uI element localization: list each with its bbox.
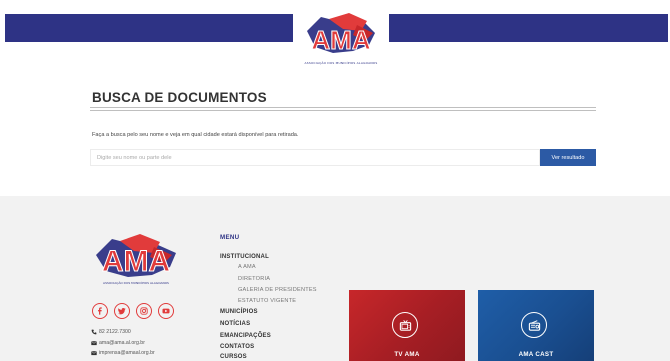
search-input[interactable] xyxy=(90,149,540,166)
menu-subitem-galeria[interactable]: GALERIA DE PRESIDENTES xyxy=(238,287,317,293)
phone-number[interactable]: 82 2122.7300 xyxy=(99,329,131,335)
ama-logo-subtitle: ASSOCIAÇÃO DOS MUNICÍPIOS ALAGOANOS xyxy=(304,61,378,65)
contact-email-2: imprensa@amaal.org.br xyxy=(91,350,155,356)
email-link[interactable]: ama@ama.al.org.br xyxy=(99,340,145,346)
ama-cast-card[interactable]: AMA CAST xyxy=(478,290,594,361)
menu-item-contatos[interactable]: CONTATOS xyxy=(220,344,254,350)
footer-menu-title: MENU xyxy=(220,234,240,241)
email-link[interactable]: imprensa@amaal.org.br xyxy=(99,350,155,356)
tv-ama-label: TV AMA xyxy=(394,351,420,358)
page-title: BUSCA DE DOCUMENTOS xyxy=(92,90,267,105)
ama-cast-label: AMA CAST xyxy=(518,351,554,358)
phone-icon xyxy=(91,329,97,335)
footer-logo-graphic: AMA ASSOCIAÇÃO DOS MUNICÍPIOS ALAGOANOS xyxy=(96,234,176,285)
menu-subitem-diretoria[interactable]: DIRETORIA xyxy=(238,276,270,282)
twitter-icon[interactable] xyxy=(114,303,130,319)
instagram-icon[interactable] xyxy=(136,303,152,319)
ama-logo-text: AMA xyxy=(311,25,370,55)
tv-ama-card[interactable]: TV AMA xyxy=(349,290,465,361)
menu-subitem-a-ama[interactable]: A AMA xyxy=(238,264,256,270)
menu-item-institucional[interactable]: INSTITUCIONAL xyxy=(220,254,269,260)
footer-logo-text: AMA xyxy=(102,245,170,278)
mail-icon xyxy=(91,351,97,356)
menu-item-noticias[interactable]: NOTÍCIAS xyxy=(220,321,250,327)
menu-item-cursos[interactable]: CURSOS xyxy=(220,354,247,360)
menu-subitem-estatuto[interactable]: ESTATUTO VIGENTE xyxy=(238,298,296,304)
footer-logo-subtitle: ASSOCIAÇÃO DOS MUNICÍPIOS ALAGOANOS xyxy=(103,280,169,285)
title-divider-secondary xyxy=(90,110,596,111)
contact-phone: 82 2122.7300 xyxy=(91,329,131,335)
search-button[interactable]: Ver resultado xyxy=(540,149,596,166)
menu-item-emancipacoes[interactable]: EMANCIPAÇÕES xyxy=(220,333,271,339)
social-links xyxy=(92,303,174,319)
title-divider xyxy=(90,107,596,108)
tv-icon xyxy=(392,312,418,338)
radio-icon xyxy=(521,312,547,338)
footer-logo[interactable]: AMA ASSOCIAÇÃO DOS MUNICÍPIOS ALAGOANOS xyxy=(92,231,184,287)
ama-logo[interactable]: AMA ASSOCIAÇÃO DOS MUNICÍPIOS ALAGOANOS xyxy=(293,9,389,67)
contact-email-1: ama@ama.al.org.br xyxy=(91,340,145,346)
youtube-icon[interactable] xyxy=(158,303,174,319)
facebook-icon[interactable] xyxy=(92,303,108,319)
mail-icon xyxy=(91,341,97,346)
ama-logo-graphic: AMA xyxy=(307,13,375,56)
search-description: Faça a busca pelo seu nome e veja em qua… xyxy=(92,132,299,138)
menu-item-municipios[interactable]: MUNICÍPIOS xyxy=(220,309,258,315)
